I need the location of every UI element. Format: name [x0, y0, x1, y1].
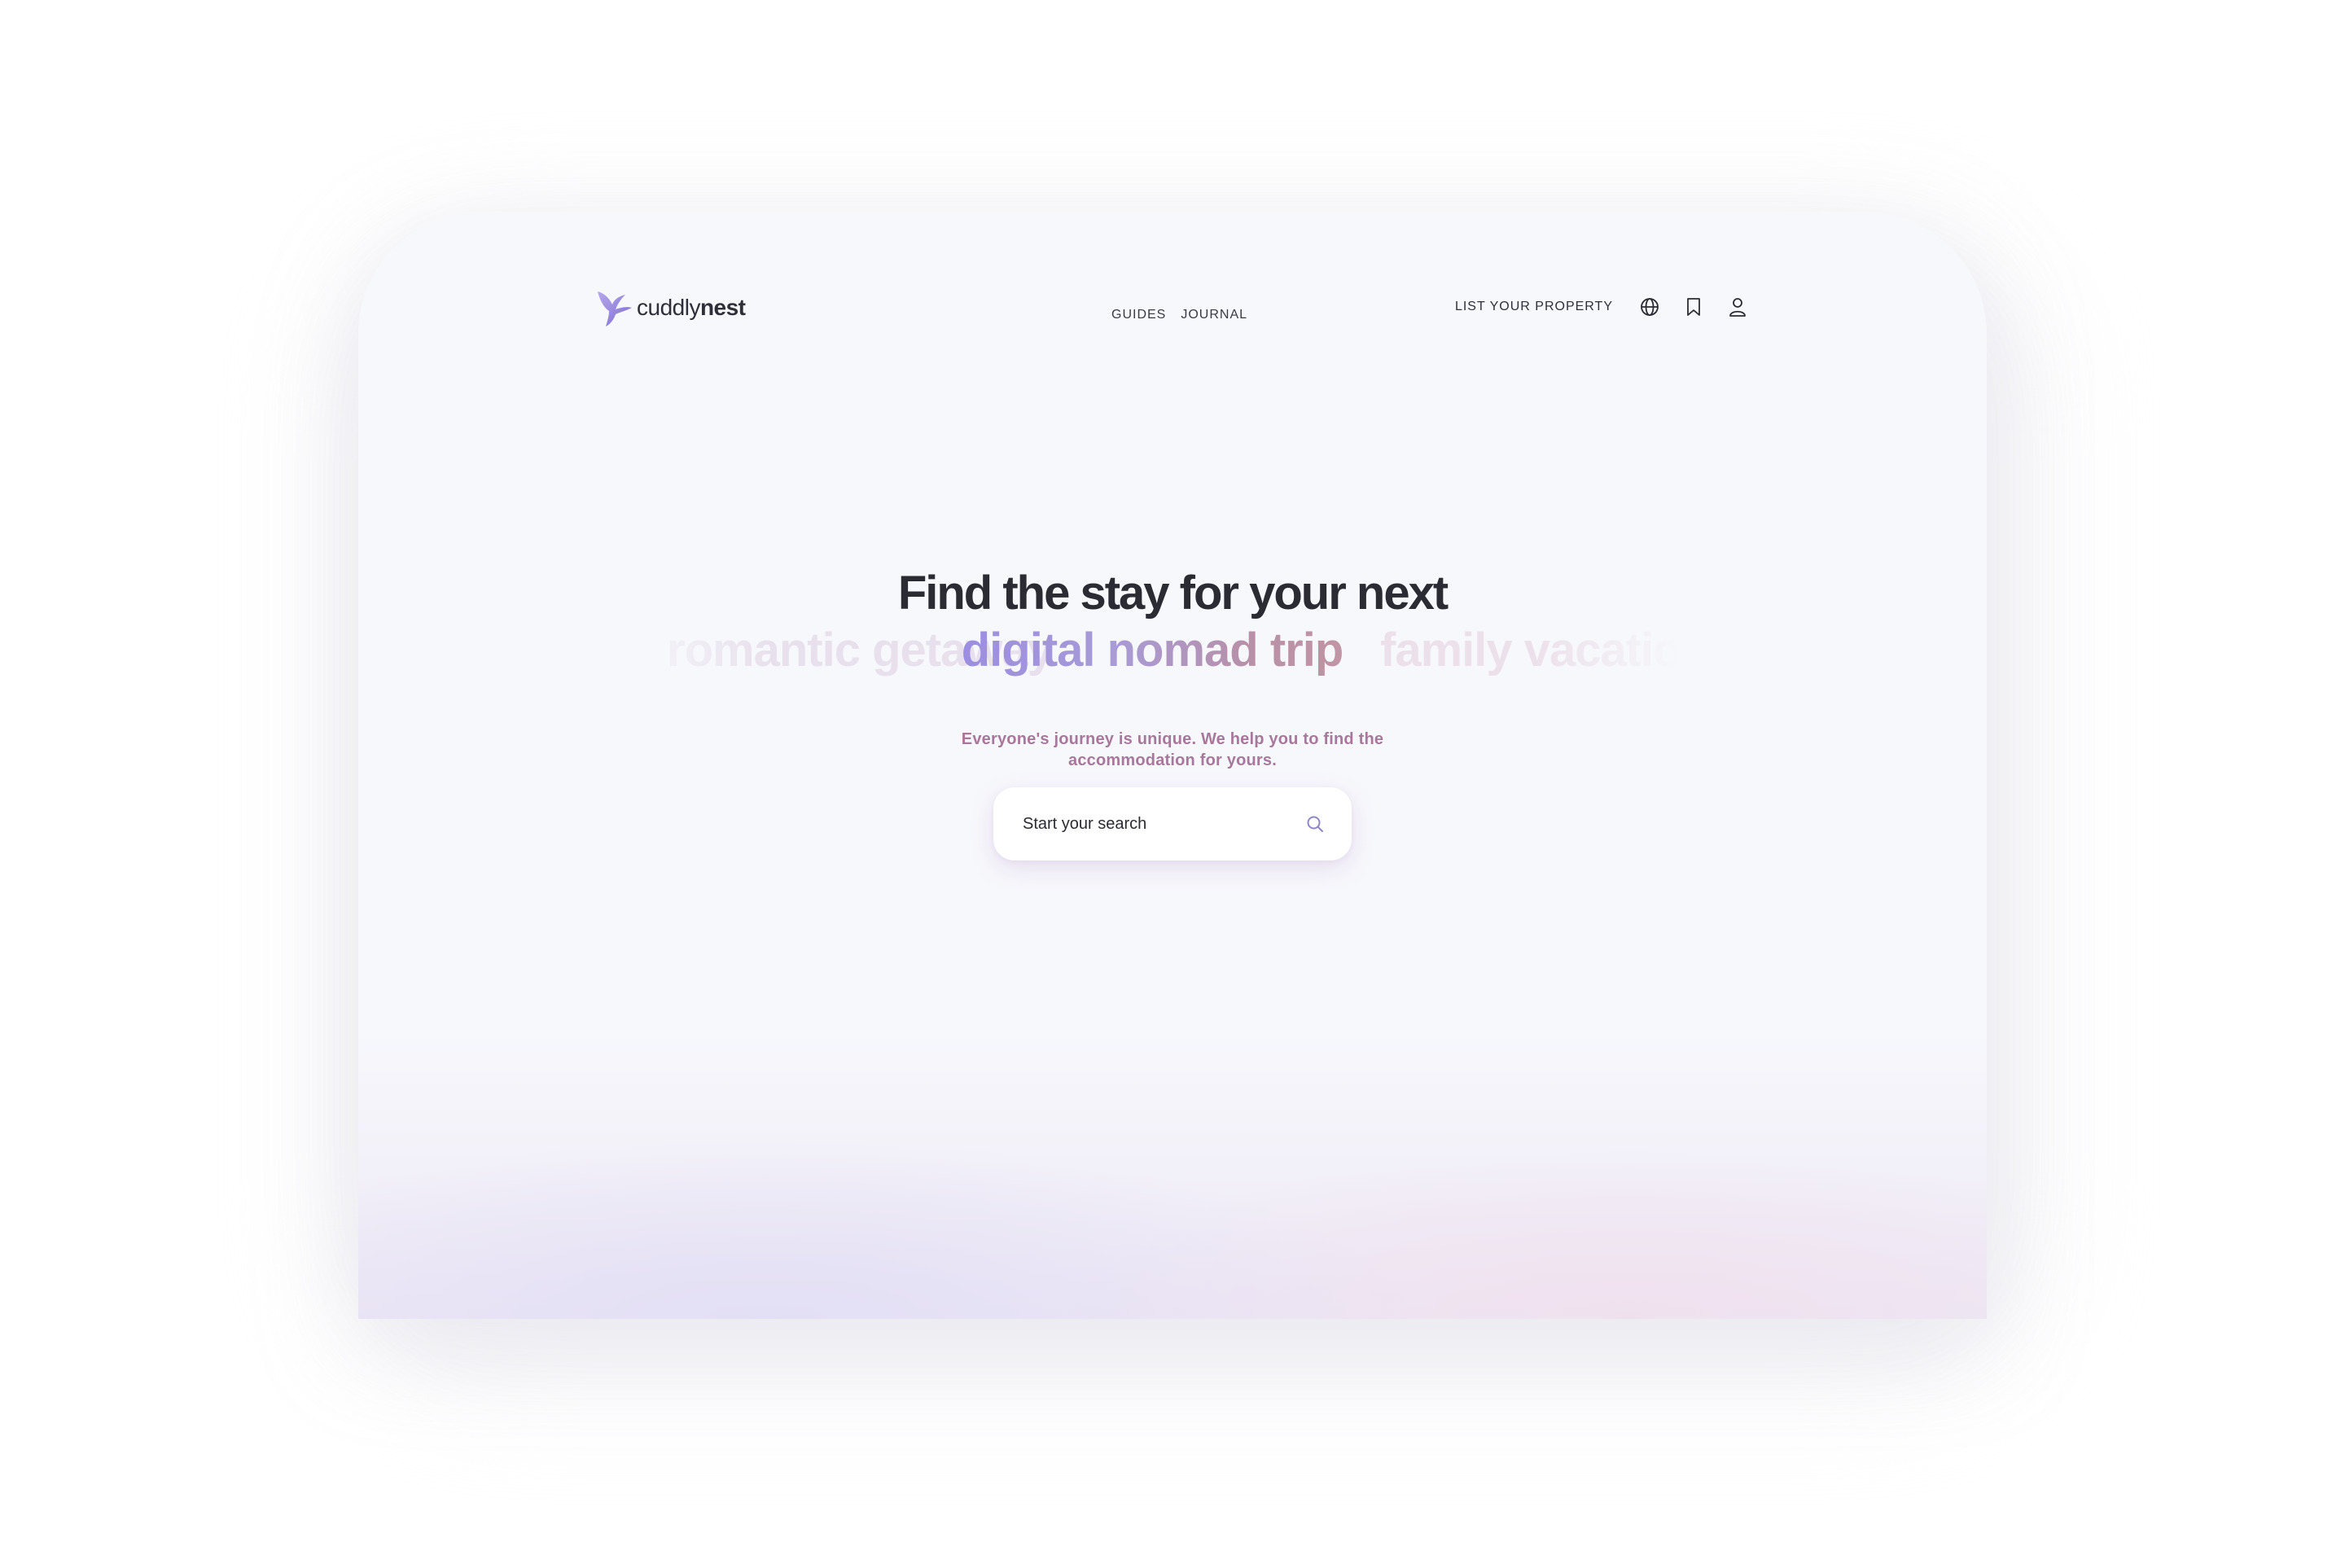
search-input[interactable]: [1023, 814, 1291, 834]
hero-title: Find the stay for your next: [897, 567, 1449, 620]
phrase-next: family vacation: [1380, 624, 1681, 677]
hero-subtitle-line-2: accommodation for yours.: [1068, 751, 1277, 769]
globe-icon[interactable]: [1639, 296, 1660, 318]
logo-text-bold: nest: [699, 295, 746, 320]
user-icon[interactable]: [1727, 296, 1748, 318]
nav-link-journal[interactable]: JOURNAL: [1181, 308, 1247, 322]
logo-text-light: cuddly: [637, 295, 700, 320]
logo-text: cuddlynest: [637, 295, 746, 321]
hero-subtitle: Everyone's journey is unique. We help yo…: [358, 729, 1987, 771]
phrase-track: romantic getaway digital nomad trip fami…: [623, 615, 1681, 688]
nav-link-guides[interactable]: GUIDES: [1111, 308, 1166, 322]
browser-window: cuddlynest GUIDES JOURNAL LIST YOUR PROP…: [358, 212, 1987, 1319]
main-nav: GUIDES JOURNAL: [1111, 308, 1247, 322]
page: cuddlynest GUIDES JOURNAL LIST YOUR PROP…: [0, 0, 2345, 1568]
list-your-property-link[interactable]: LIST YOUR PROPERTY: [1455, 300, 1613, 314]
hummingbird-icon: [598, 291, 632, 326]
site-header: cuddlynest GUIDES JOURNAL LIST YOUR PROP…: [358, 212, 1987, 407]
search-box[interactable]: [993, 787, 1352, 861]
phrase-rotator: romantic getaway digital nomad trip fami…: [623, 615, 1681, 688]
header-actions: LIST YOUR PROPERTY: [1455, 296, 1748, 318]
bookmark-icon[interactable]: [1683, 296, 1704, 318]
background-gradient: [358, 1026, 1987, 1319]
hero-subtitle-line-1: Everyone's journey is unique. We help yo…: [961, 730, 1384, 748]
phrase-active: digital nomad trip: [961, 624, 1344, 677]
search-icon[interactable]: [1304, 813, 1326, 834]
logo[interactable]: cuddlynest: [596, 288, 746, 327]
